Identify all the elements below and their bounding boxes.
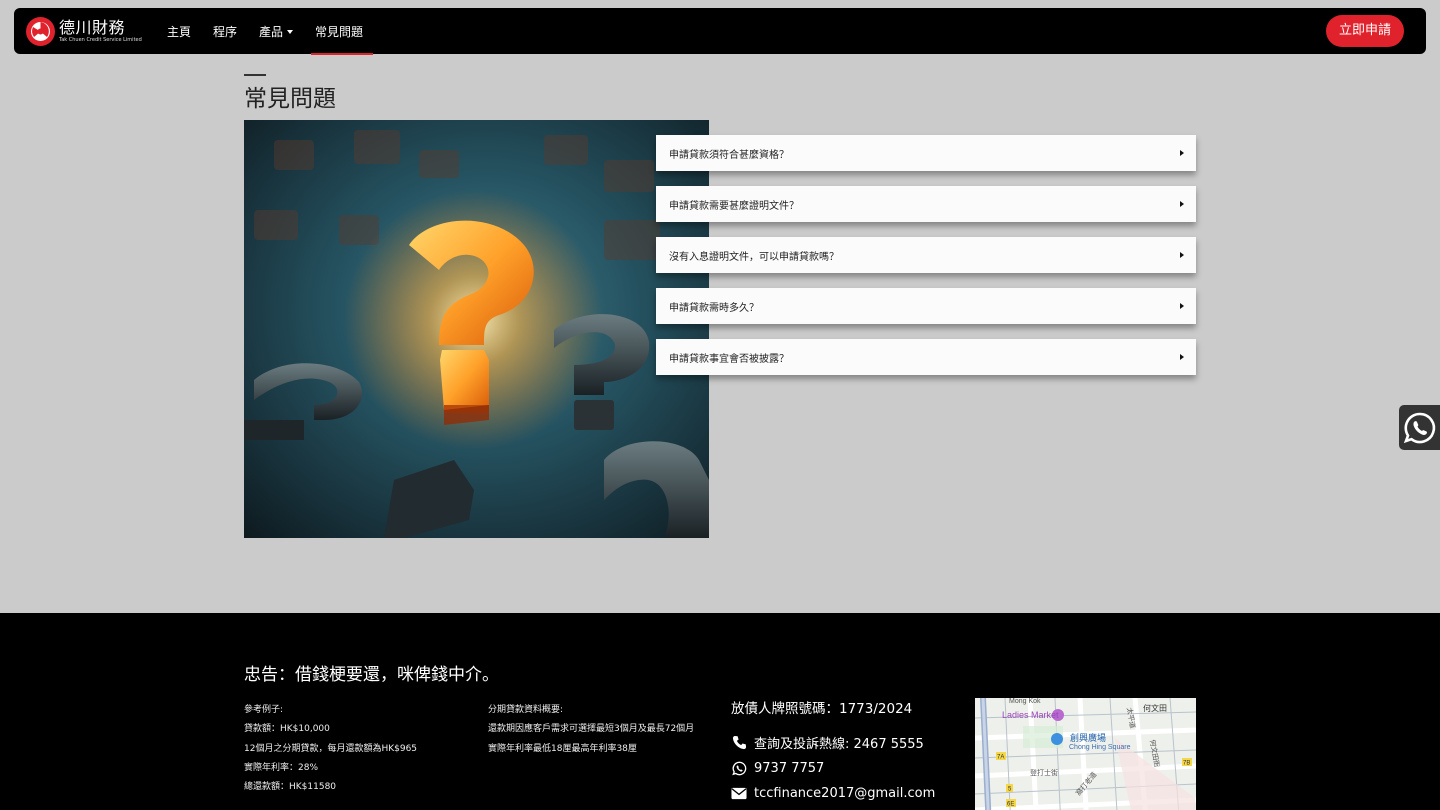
- loan-example-line: 總還款額：HK$11580: [244, 782, 337, 793]
- main-nav: 主頁 程序 產品 常見問題: [167, 8, 385, 55]
- whatsapp-icon: [1403, 412, 1435, 443]
- nav-item-faq[interactable]: 常見問題: [311, 8, 374, 55]
- nav-item-process[interactable]: 程序: [213, 8, 237, 54]
- loan-summary: 分期貸款資料概要: 還款期因應客戶需求可選擇最短3個月及最長72個月 實際年利率…: [488, 701, 694, 759]
- loan-example-heading: 參考例子:: [244, 705, 284, 715]
- apply-now-button[interactable]: 立即申請: [1326, 15, 1404, 47]
- faq-item[interactable]: 申請貸款需時多久？: [656, 288, 1196, 324]
- site-footer: 忠告：借錢梗要還，咪俾錢中介。 參考例子: 貸款額：HK$10,000 12個月…: [0, 613, 1440, 810]
- faq-accordion: 申請貸款須符合甚麼資格？ 申請貸款需要甚麼證明文件？ 沒有入息證明文件，可以申請…: [656, 135, 1196, 390]
- map-label: Chong Hing Square: [1069, 744, 1131, 751]
- email-icon: [731, 786, 747, 802]
- whatsapp-icon: [731, 760, 747, 776]
- map-label: 登打士街: [1030, 768, 1058, 777]
- map-label: Mong Kok: [1009, 698, 1041, 705]
- faq-item[interactable]: 申請貸款需要甚麼證明文件？: [656, 186, 1196, 222]
- loan-example-line: 實際年利率：28%: [244, 762, 319, 773]
- email-address: tccfinance2017@gmail.com: [754, 786, 936, 802]
- map-label: 7A: [997, 755, 1004, 761]
- faq-question: 沒有入息證明文件，可以申請貸款嗎？: [669, 251, 839, 263]
- top-navbar: 德川財務 Tak Chuen Credit Service Limited 主頁…: [14, 8, 1426, 55]
- faq-question: 申請貸款須符合甚麼資格？: [669, 149, 789, 161]
- faq-question: 申請貸款事宜會否被披露？: [669, 353, 789, 365]
- phone-icon: [731, 735, 747, 751]
- map-label: 創興廣場: [1070, 732, 1106, 744]
- brand-logo-icon: [26, 16, 55, 46]
- loan-example: 參考例子: 貸款額：HK$10,000 12個月之分期貸款，每月還款額為HK$9…: [244, 701, 417, 797]
- map-label: 7B: [1183, 761, 1190, 767]
- faq-item[interactable]: 申請貸款事宜會否被披露？: [656, 339, 1196, 375]
- caret-right-icon: [1180, 303, 1184, 309]
- faq-hero-image: [244, 120, 709, 538]
- caret-right-icon: [1180, 252, 1184, 258]
- nav-item-products[interactable]: 產品: [259, 8, 294, 54]
- loan-summary-line: 實際年利率最低18厘最高年利率38厘: [488, 743, 637, 754]
- brand-name-en: Tak Chuen Credit Service Limited: [59, 36, 142, 43]
- nav-item-home[interactable]: 主頁: [167, 8, 191, 54]
- whatsapp-row[interactable]: 9737 7757: [731, 756, 935, 782]
- location-map[interactable]: Mong Kok Ladies Market 創興廣場 Chong Hing S…: [975, 698, 1196, 810]
- chevron-down-icon: [287, 30, 294, 34]
- title-accent-bar: [244, 74, 266, 76]
- contact-info: 放債人牌照號碼：1773/2024 查詢及投訴熱線: 2467 5555 973…: [731, 697, 935, 807]
- map-label: Ladies Market: [1002, 710, 1059, 720]
- map-label: 何文田: [1143, 703, 1167, 713]
- faq-question: 申請貸款需要甚麼證明文件？: [669, 200, 799, 212]
- brand-name-cn: 德川財務: [59, 17, 126, 37]
- page-title: 常見問題: [244, 86, 336, 112]
- footer-warning: 忠告：借錢梗要還，咪俾錢中介。: [244, 665, 499, 685]
- faq-item[interactable]: 沒有入息證明文件，可以申請貸款嗎？: [656, 237, 1196, 273]
- map-label: 6E: [1007, 802, 1014, 808]
- nav-item-products-label: 產品: [259, 25, 284, 39]
- loan-summary-heading: 分期貸款資料概要:: [488, 705, 564, 715]
- caret-right-icon: [1180, 354, 1184, 360]
- loan-example-line: 12個月之分期貸款，每月還款額為HK$965: [244, 743, 418, 754]
- license-number: 放債人牌照號碼：1773/2024: [731, 701, 913, 717]
- loan-example-line: 貸款額：HK$10,000: [244, 724, 330, 735]
- whatsapp-number: 9737 7757: [754, 760, 825, 776]
- faq-question: 申請貸款需時多久？: [669, 302, 759, 314]
- whatsapp-float-button[interactable]: [1399, 405, 1440, 450]
- caret-right-icon: [1180, 201, 1184, 207]
- loan-summary-line: 還款期因應客戶需求可選擇最短3個月及最長72個月: [488, 724, 695, 735]
- brand-logo-link[interactable]: 德川財務 Tak Chuen Credit Service Limited: [26, 11, 150, 51]
- caret-right-icon: [1180, 150, 1184, 156]
- hotline-row[interactable]: 查詢及投訴熱線: 2467 5555: [731, 730, 935, 756]
- email-row[interactable]: tccfinance2017@gmail.com: [731, 781, 935, 807]
- faq-item[interactable]: 申請貸款須符合甚麼資格？: [656, 135, 1196, 171]
- hotline-text: 查詢及投訴熱線: 2467 5555: [754, 737, 924, 753]
